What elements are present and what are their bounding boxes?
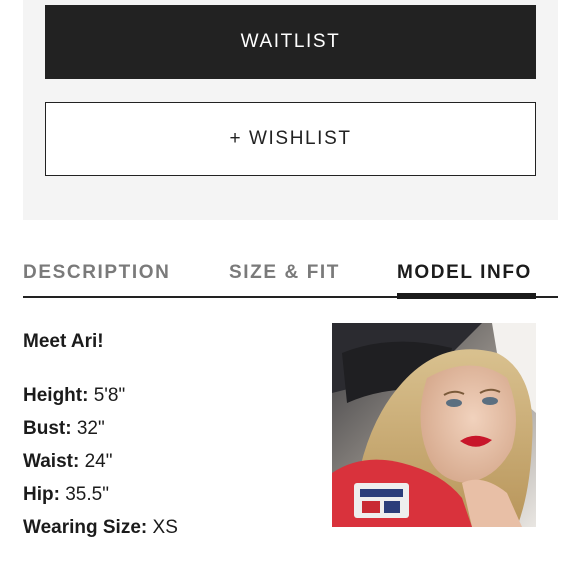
stat-value: 5'8" — [93, 385, 126, 406]
stat-value: 32" — [76, 418, 105, 439]
stat-label: Bust: — [23, 418, 72, 439]
stat-value: 24" — [84, 451, 113, 472]
stat-label: Wearing Size: — [23, 517, 148, 538]
model-info-panel: Meet Ari! Height: 5'8" Bust: 32" Waist: … — [23, 325, 323, 544]
active-tab-indicator — [397, 293, 536, 299]
stat-value: 35.5" — [65, 484, 109, 505]
product-info-tabs: DESCRIPTION SIZE & FIT MODEL INFO — [23, 256, 558, 300]
model-photo — [332, 323, 536, 527]
model-waist: Waist: 24" — [23, 445, 323, 478]
tab-size-and-fit[interactable]: SIZE & FIT — [229, 262, 340, 284]
model-hip: Hip: 35.5" — [23, 478, 323, 511]
waitlist-button[interactable]: WAITLIST — [45, 5, 536, 79]
tab-description[interactable]: DESCRIPTION — [23, 262, 170, 284]
stat-label: Hip: — [23, 484, 60, 505]
stat-label: Height: — [23, 385, 89, 406]
purchase-actions-panel: WAITLIST + WISHLIST — [23, 0, 558, 220]
model-photo-illustration — [332, 323, 536, 527]
tab-model-info[interactable]: MODEL INFO — [397, 262, 532, 284]
model-bust: Bust: 32" — [23, 412, 323, 445]
model-height: Height: 5'8" — [23, 379, 323, 412]
model-intro: Meet Ari! — [23, 331, 104, 352]
model-wearing-size: Wearing Size: XS — [23, 511, 323, 544]
stat-label: Waist: — [23, 451, 80, 472]
stat-value: XS — [152, 517, 178, 538]
add-to-wishlist-button[interactable]: + WISHLIST — [45, 102, 536, 176]
